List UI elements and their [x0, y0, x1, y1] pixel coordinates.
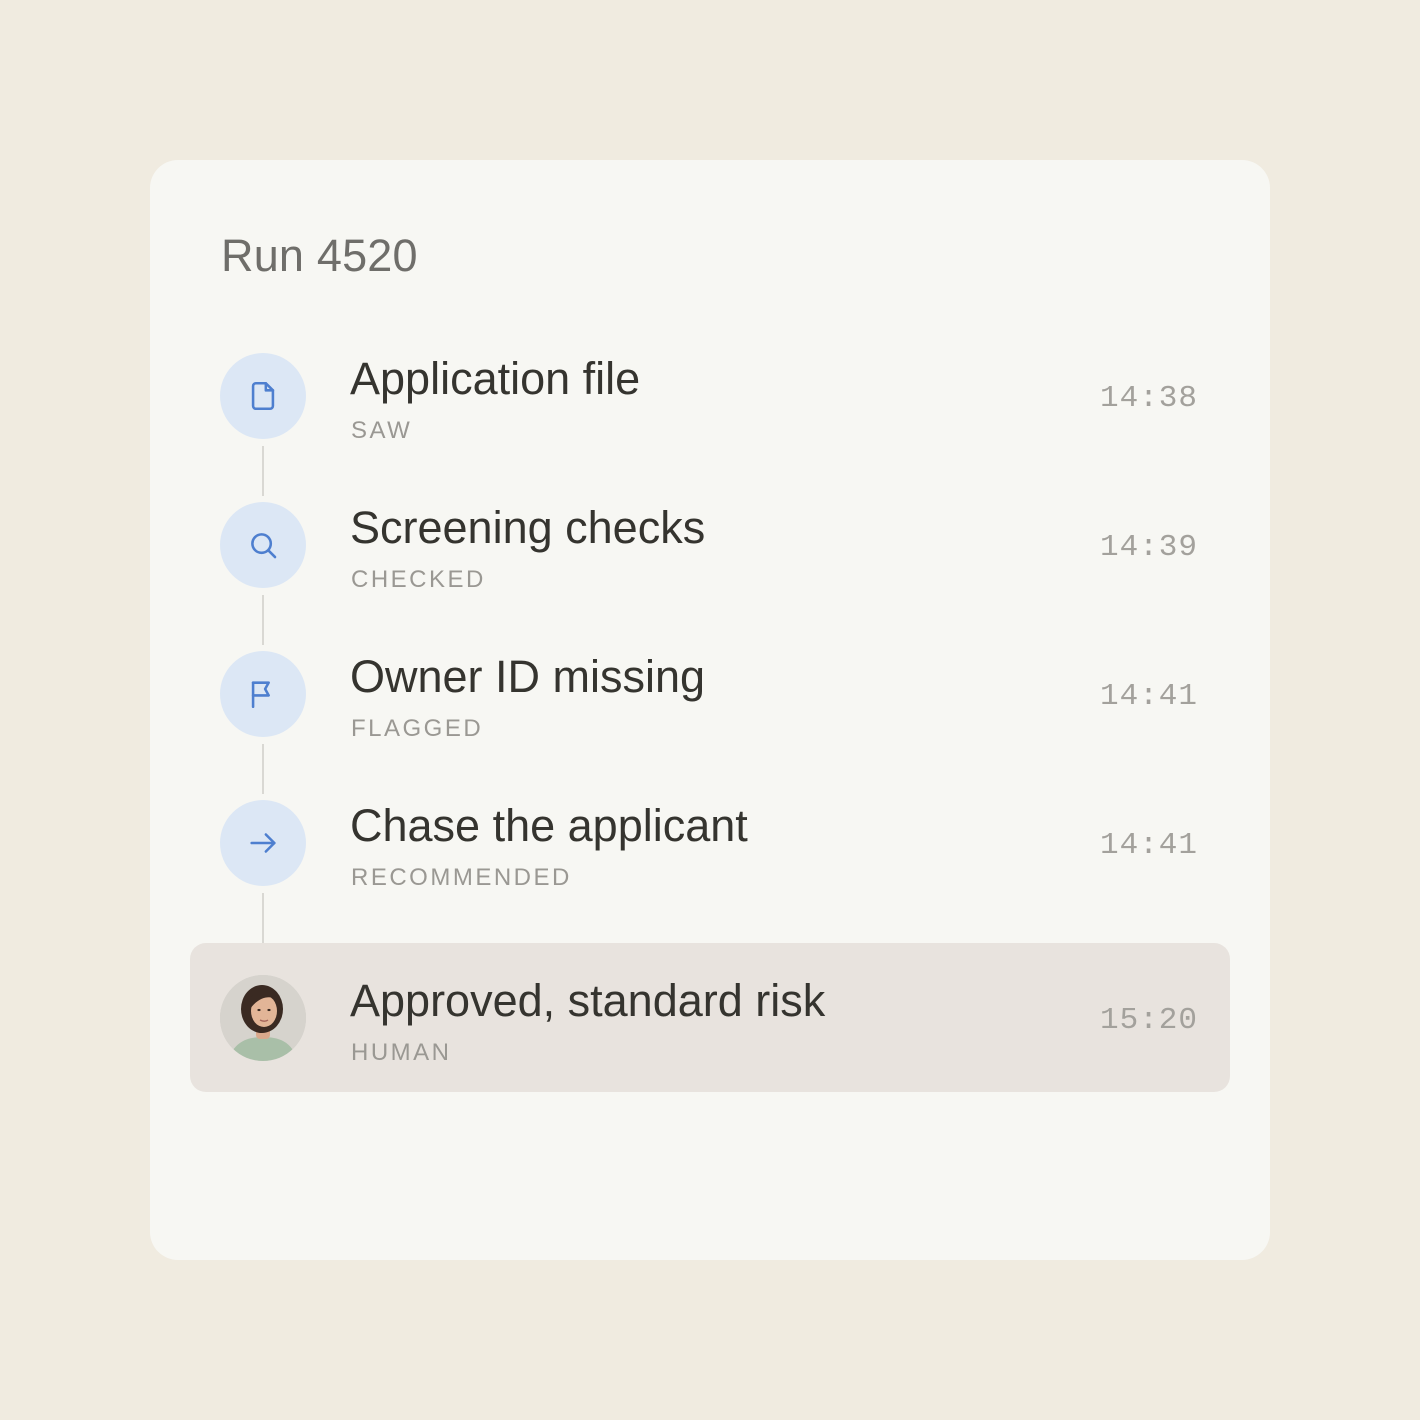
arrow-right-icon	[220, 800, 306, 886]
step-title: Chase the applicant	[350, 800, 748, 851]
step-time: 14:41	[1099, 828, 1198, 863]
step-title: Approved, standard risk	[350, 975, 826, 1026]
step-title: Application file	[350, 353, 641, 404]
timeline-step-final[interactable]: Approved, standard risk HUMAN 15:20	[190, 943, 1230, 1092]
search-icon	[220, 502, 306, 588]
step-time: 14:41	[1099, 679, 1198, 714]
step-status: HUMAN	[351, 1039, 452, 1066]
file-icon	[220, 353, 306, 439]
step-title: Screening checks	[350, 502, 706, 553]
step-title: Owner ID missing	[350, 651, 706, 702]
step-status: CHECKED	[351, 566, 486, 593]
timeline-step[interactable]: Chase the applicant RECOMMENDED 14:41	[190, 800, 1230, 949]
step-time: 14:38	[1099, 381, 1198, 416]
step-status: SAW	[351, 417, 413, 444]
timeline-step[interactable]: Application file SAW 14:38	[190, 353, 1230, 502]
timeline-step[interactable]: Screening checks CHECKED 14:39	[190, 502, 1230, 651]
step-status: RECOMMENDED	[351, 864, 572, 891]
step-status: FLAGGED	[351, 715, 484, 742]
run-card: Run 4520 Application file SAW 14:38 Scre…	[150, 160, 1270, 1260]
avatar	[220, 975, 306, 1061]
step-time: 14:39	[1099, 530, 1198, 565]
flag-icon	[220, 651, 306, 737]
run-title: Run 4520	[221, 230, 418, 281]
step-time: 15:20	[1099, 1003, 1198, 1038]
timeline-step[interactable]: Owner ID missing FLAGGED 14:41	[190, 651, 1230, 800]
